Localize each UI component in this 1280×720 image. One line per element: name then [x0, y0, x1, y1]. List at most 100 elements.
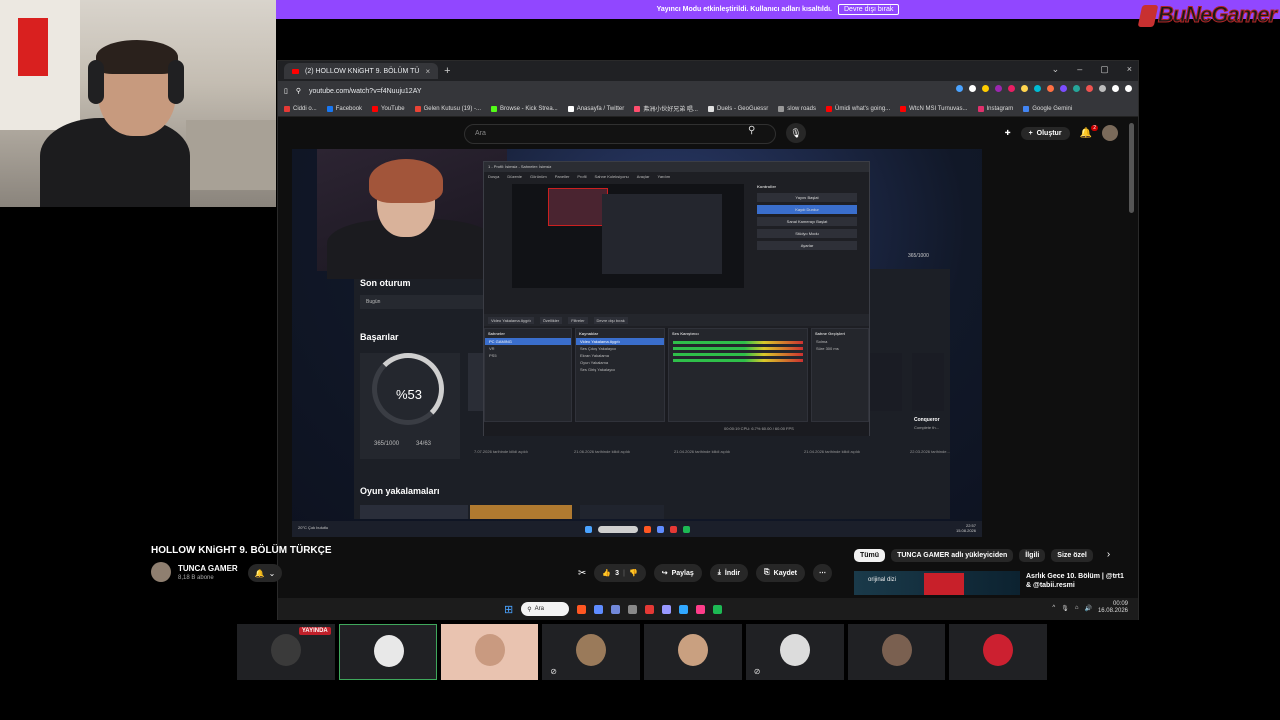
search-icon[interactable]: ⚲ [748, 125, 755, 136]
taskbar-app-icon[interactable] [679, 604, 689, 614]
taskbar-app-icon[interactable] [696, 604, 706, 614]
source-item[interactable]: Oyun Yakalama [576, 359, 664, 366]
extension-icon[interactable] [969, 85, 976, 92]
bookmark-item[interactable]: Google Gemini [1023, 105, 1072, 112]
site-info-icon[interactable]: ⚲ [296, 87, 301, 95]
obs-source-toolbar-item[interactable]: Filtreler [568, 316, 588, 324]
studio-mode-button[interactable]: Stüdyo Modu [757, 229, 857, 238]
more-actions-button[interactable]: ⋯ [813, 564, 832, 582]
participant-tile[interactable]: ⊘ [542, 624, 640, 680]
taskbar-search[interactable]: ⚲ Ara [521, 602, 570, 616]
start-stream-button[interactable]: Yayını Başlat [757, 193, 857, 202]
start-virtual-camera-button[interactable]: Sanal Kamerayı Başlat [757, 217, 857, 226]
channel-avatar[interactable] [151, 562, 171, 582]
obs-preview[interactable] [512, 184, 744, 288]
volume-icon[interactable]: 🔊 [1084, 605, 1091, 612]
taskbar-app-icon[interactable] [628, 604, 638, 614]
taskbar-app-icon[interactable] [577, 604, 587, 614]
chip-all[interactable]: Tümü [854, 549, 886, 562]
notifications-icon[interactable]: 🔔 2 [1080, 124, 1098, 139]
thumbs-down-icon[interactable]: 👎 [629, 569, 638, 577]
extension-icon[interactable] [1047, 85, 1054, 92]
microphone-icon[interactable]: 🎙 [786, 123, 806, 143]
bookmark-item[interactable]: Anasayfa / Twitter [567, 105, 624, 112]
taskbar-app-icon[interactable] [662, 604, 672, 614]
taskbar-app-icon[interactable] [594, 604, 604, 614]
taskbar-app-icon[interactable] [645, 604, 655, 614]
source-item[interactable]: Video Yakalama Aygıtı [576, 338, 664, 345]
recommended-thumbnail[interactable] [854, 571, 1020, 595]
source-item[interactable]: Ses Giriş Yakalayıcı [576, 366, 664, 373]
obs-menu-item[interactable]: Düzenle [507, 174, 522, 180]
puzzle-icon[interactable]: ✚ [1005, 129, 1011, 137]
extension-icon[interactable] [1086, 85, 1093, 92]
obs-menu-item[interactable]: Dosya [488, 174, 499, 180]
avatar[interactable] [1102, 125, 1118, 141]
obs-menu-item[interactable]: Yardım [657, 174, 670, 180]
participant-tile[interactable] [847, 624, 946, 680]
bookmark-item[interactable]: Browse - Kick Strea... [491, 105, 558, 112]
like-button[interactable]: 👍 3 | 👎 [594, 564, 646, 582]
new-tab-button[interactable]: + [444, 65, 450, 77]
tab-close-icon[interactable]: × [425, 67, 430, 76]
video-player[interactable]: Son oturum Bugün 365/1000 Başarılar %53 … [292, 149, 982, 537]
chevron-right-icon[interactable]: › [1107, 549, 1110, 562]
close-window-button[interactable]: × [1127, 64, 1132, 75]
obs-menu-item[interactable]: Görünüm [530, 174, 547, 180]
chip-related[interactable]: İlgili [1019, 549, 1046, 562]
scene-item[interactable]: VR [485, 345, 571, 352]
channel-name[interactable]: TUNCA GAMER [178, 564, 238, 573]
bookmark-toggle-icon[interactable]: ▯ [284, 87, 288, 95]
obs-source-toolbar-item[interactable]: Video Yakalama Aygıtı [488, 316, 534, 324]
settings-button[interactable]: Ayarlar [757, 241, 857, 250]
bookmark-item[interactable]: Ciddi o... [284, 105, 317, 112]
participant-tile[interactable] [440, 624, 539, 680]
bookmark-item[interactable]: Duels - GeoGuessr [707, 105, 768, 112]
network-icon[interactable]: ⌂ [1075, 605, 1079, 611]
participant-tile[interactable] [644, 624, 742, 680]
tray-expand-icon[interactable]: ^ [1052, 605, 1055, 611]
taskbar-app-icon[interactable] [713, 604, 723, 614]
source-item[interactable]: Ekran Yakalama [576, 352, 664, 359]
scene-item[interactable]: PC GAMING [485, 338, 571, 345]
bookmark-item[interactable]: slow roads [778, 105, 816, 112]
stop-recording-button[interactable]: Kaydı Durdur [757, 205, 857, 214]
obs-menu-item[interactable]: Profil [577, 174, 586, 180]
obs-menu-item[interactable]: Paneller [555, 174, 570, 180]
participant-tile[interactable] [949, 624, 1047, 680]
extension-icon[interactable] [1021, 85, 1028, 92]
extension-icon[interactable] [982, 85, 989, 92]
extension-icon[interactable] [1073, 85, 1080, 92]
participant-tile[interactable]: YAYINDA [237, 624, 335, 680]
recommended-title[interactable]: Asrlık Gece 10. Bölüm | @trt1 & @tabii.r… [1026, 572, 1126, 590]
extension-icon[interactable] [1125, 85, 1132, 92]
windows-start-icon[interactable]: ⊞ [504, 603, 513, 616]
subscription-bell-button[interactable]: 🔔 ⌄ [248, 564, 282, 582]
disable-streamer-mode-button[interactable]: Devre dışı bırak [838, 4, 900, 15]
extension-icon[interactable] [995, 85, 1002, 92]
minimize-button[interactable]: – [1077, 64, 1082, 75]
bookmark-item[interactable]: Facebook [326, 105, 362, 112]
chip-from-uploader[interactable]: TUNCA GAMER adlı yükleyiciden [891, 549, 1014, 562]
url-field[interactable]: youtube.com/watch?v=f4Nuuju12AY [309, 88, 422, 95]
taskbar-app-icon[interactable] [611, 604, 621, 614]
tab-search-icon[interactable]: ⌄ [1052, 64, 1060, 75]
extension-icon[interactable] [1008, 85, 1015, 92]
download-button[interactable]: ⤓ İndir [709, 564, 749, 582]
obs-source-toolbar-item[interactable]: Devre dışı bırak [593, 316, 628, 324]
participant-tile[interactable] [338, 624, 437, 680]
taskbar-clock[interactable]: 00:09 16.08.2026 [1098, 601, 1128, 615]
bookmark-item[interactable]: Gelen Kutusu (19) -... [414, 105, 481, 112]
tab-youtube[interactable]: (2) HOLLOW KNiGHT 9. BÖLÜM TÜ × [284, 63, 439, 79]
extension-icon[interactable] [1112, 85, 1119, 92]
create-button[interactable]: + Oluştur [1020, 126, 1070, 140]
microphone-icon[interactable]: 🎙 [1061, 605, 1069, 612]
bookmark-item[interactable]: Ümidi what's going... [825, 105, 890, 112]
bookmark-item[interactable]: YouTube [372, 105, 405, 112]
source-item[interactable]: Ses Çıkış Yakalayıcı [576, 345, 664, 352]
obs-source-toolbar-item[interactable]: Özellikler [539, 316, 563, 324]
duration-value[interactable]: 300 ms [826, 346, 839, 351]
search-input[interactable]: Ara [464, 124, 776, 144]
scene-item[interactable]: PS5 [485, 352, 571, 359]
maximize-button[interactable]: ▢ [1100, 64, 1109, 75]
